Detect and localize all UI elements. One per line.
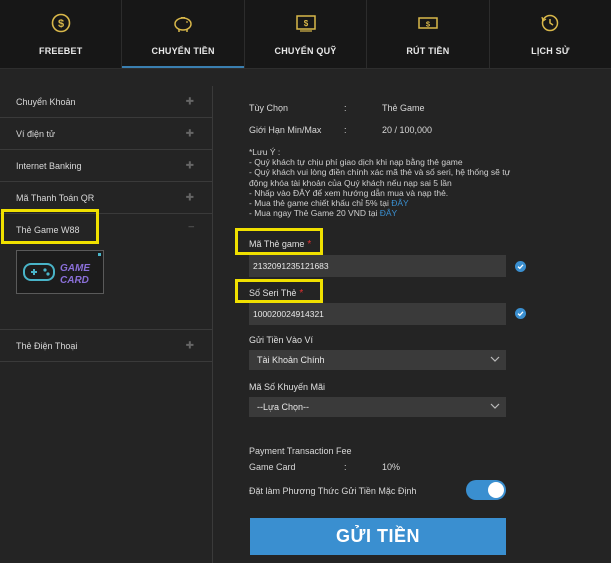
option-value: Thẻ Game xyxy=(382,103,425,113)
svg-text:$: $ xyxy=(58,18,64,30)
default-method-label: Đặt làm Phương Thức Gửi Tiền Mặc Định xyxy=(249,486,417,496)
sidebar-item-label: Ví điện tử xyxy=(16,128,56,139)
svg-text:GAME: GAME xyxy=(60,263,90,274)
notes: *Lưu Ý : - Quý khách tự chịu phí giao dị… xyxy=(249,147,519,218)
submit-deposit-button[interactable]: GỬI TIỀN xyxy=(250,518,506,555)
limit-label: Giới Hạn Min/Max xyxy=(249,125,322,135)
expand-icon: ✚ xyxy=(185,128,194,139)
tab-freebet[interactable]: $ FREEBET xyxy=(0,0,123,68)
dollar-coin-icon: $ xyxy=(50,12,72,34)
toggle-knob xyxy=(488,482,504,498)
expand-icon: ✚ xyxy=(185,192,194,203)
sidebar-item-chuyen-khoan[interactable]: Chuyển Khoản ✚ xyxy=(0,86,212,118)
promo-value: --Lựa Chọn-- xyxy=(257,402,310,412)
limit-value: 20 / 100,000 xyxy=(382,125,433,135)
notes-line: - Mua ngay Thẻ Game 20 VND tại ĐÂY xyxy=(249,208,398,219)
sidebar-item-label: Mã Thanh Toán QR xyxy=(16,192,95,203)
notes-line: - Quý khách vui lòng điền chính xác mã t… xyxy=(249,167,511,188)
sidebar-item-label: Chuyển Khoản xyxy=(16,96,76,107)
tab-chuyen-tien[interactable]: CHUYỂN TIỀN xyxy=(122,0,245,68)
payment-method-sidebar: Chuyển Khoản ✚ Ví điện tử ✚ Internet Ban… xyxy=(0,86,213,563)
gamecard-option[interactable]: GAME CARD xyxy=(16,250,104,294)
notes-line: - Mua thẻ game chiết khấu chỉ 5% tại ĐÂY xyxy=(249,198,409,209)
required-mark: * xyxy=(307,239,312,250)
wallet-label: Gửi Tiền Vào Ví xyxy=(249,335,314,345)
serial-label: Số Seri Thẻ * xyxy=(249,288,304,299)
fee-colon: : xyxy=(344,462,347,472)
notes-title: *Lưu Ý : xyxy=(249,147,281,157)
check-icon xyxy=(515,261,526,272)
discount-link[interactable]: ĐÂY xyxy=(391,198,408,208)
notes-line: - Quý khách tự chịu phí giao dịch khi nạ… xyxy=(249,157,463,168)
wallet-value: Tài Khoản Chính xyxy=(257,355,325,365)
collapse-icon: – xyxy=(188,221,194,233)
buy-link[interactable]: ĐÂY xyxy=(380,208,397,218)
sidebar-item-label: Thẻ Điện Thoại xyxy=(16,340,78,351)
tab-label: CHUYỂN TIỀN xyxy=(151,46,215,56)
sidebar-item-the-game-w88[interactable]: Thẻ Game W88 – xyxy=(0,214,212,246)
promo-label: Mã Số Khuyến Mãi xyxy=(249,382,326,392)
sidebar-item-label: Thẻ Game W88 xyxy=(16,225,80,235)
promo-select[interactable]: --Lựa Chọn-- xyxy=(249,397,506,417)
sidebar-submenu: GAME CARD xyxy=(0,246,212,330)
fee-name: Game Card xyxy=(249,462,296,472)
sidebar-item-vi-dien-tu[interactable]: Ví điện tử ✚ xyxy=(0,118,212,150)
svg-text:CARD: CARD xyxy=(60,275,89,286)
sidebar-item-the-dien-thoai[interactable]: Thẻ Điện Thoại ✚ xyxy=(0,330,212,362)
notes-line: - Nhấp vào ĐÂY để xem hướng dẫn mua và n… xyxy=(249,187,449,198)
limit-colon: : xyxy=(344,125,347,135)
card-code-label: Mã Thẻ game * xyxy=(249,239,312,250)
sidebar-item-internet-banking[interactable]: Internet Banking ✚ xyxy=(0,150,212,182)
serial-input[interactable]: 100020024914321 xyxy=(249,303,506,325)
piggy-bank-icon xyxy=(172,12,194,34)
gamecard-logo-icon: GAME CARD xyxy=(23,253,101,286)
default-method-toggle[interactable] xyxy=(466,480,506,500)
fee-value: 10% xyxy=(382,462,401,472)
required-mark: * xyxy=(299,288,304,299)
expand-icon: ✚ xyxy=(185,96,194,107)
expand-icon: ✚ xyxy=(185,160,194,171)
sidebar-item-label: Internet Banking xyxy=(16,160,82,171)
option-label: Tùy Chọn xyxy=(249,103,289,113)
sidebar-item-qr[interactable]: Mã Thanh Toán QR ✚ xyxy=(0,182,212,214)
wallet-select[interactable]: Tài Khoản Chính xyxy=(249,350,506,370)
expand-icon: ✚ xyxy=(185,340,194,351)
card-code-input[interactable]: 2132091235121683 xyxy=(249,255,506,277)
check-icon xyxy=(515,308,526,319)
tab-label: FREEBET xyxy=(39,46,83,56)
chevron-down-icon xyxy=(490,403,500,409)
deposit-form: Tùy Chọn : Thẻ Game Giới Hạn Min/Max : 2… xyxy=(249,0,611,563)
chevron-down-icon xyxy=(490,356,500,362)
fee-title: Payment Transaction Fee xyxy=(249,446,352,456)
option-colon: : xyxy=(344,103,347,113)
